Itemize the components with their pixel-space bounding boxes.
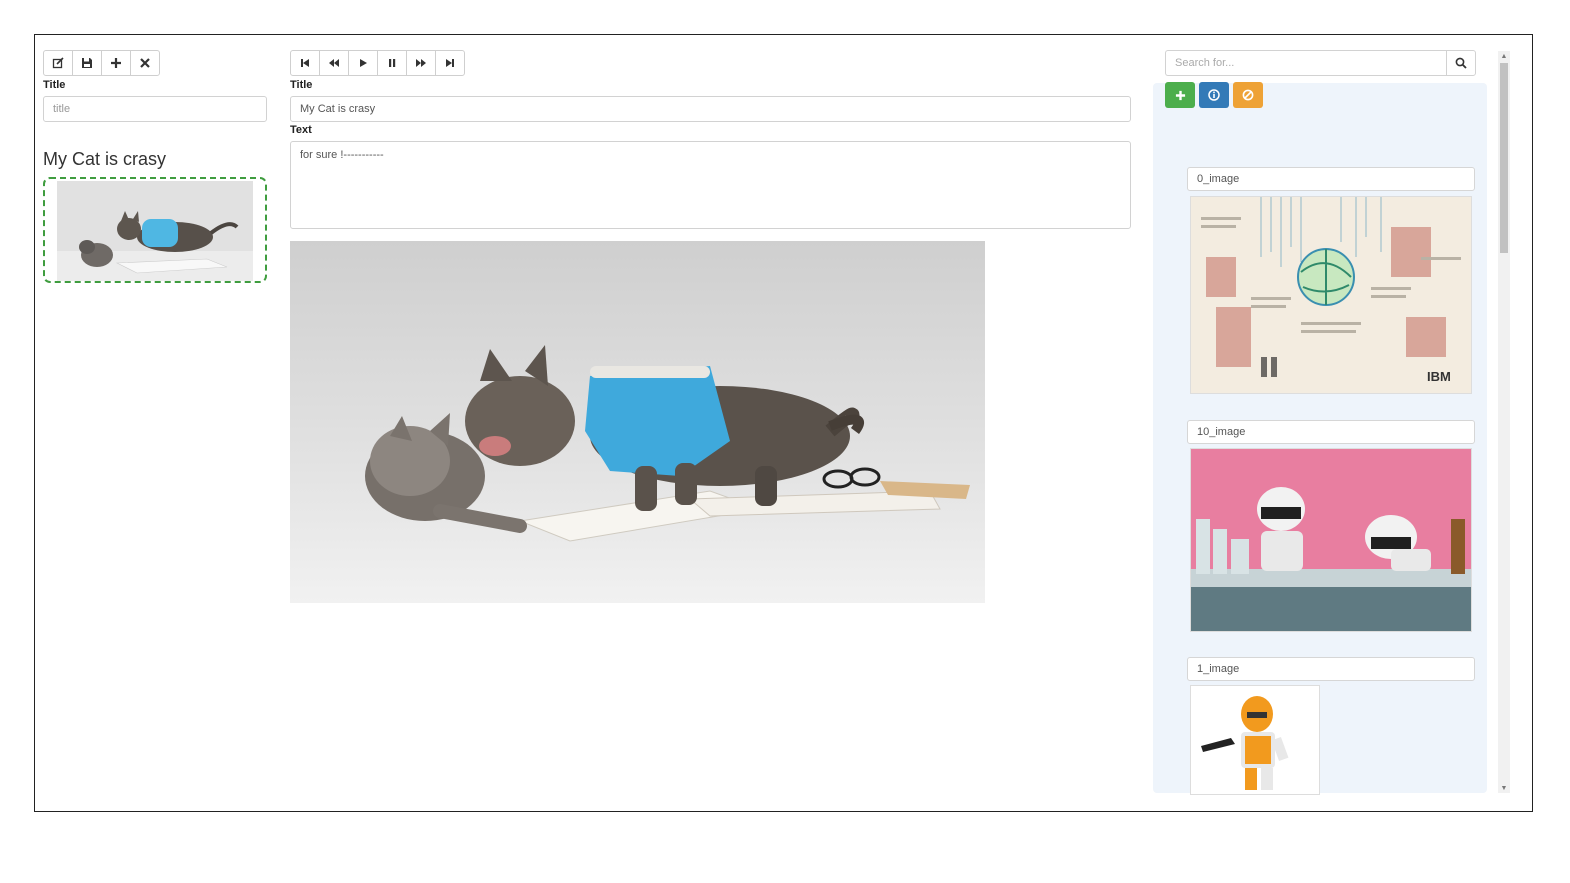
image-card-label[interactable]: 10_image: [1187, 420, 1475, 444]
info-button[interactable]: [1199, 82, 1229, 108]
close-icon: [140, 58, 150, 68]
left-toolbar: [43, 50, 160, 76]
pause-icon: [389, 59, 396, 67]
main-image: [290, 241, 985, 603]
add-button[interactable]: [101, 50, 131, 76]
save-icon: [82, 58, 92, 68]
play-button[interactable]: [348, 50, 378, 76]
info-icon: [1208, 89, 1220, 101]
scroll-up-icon[interactable]: ▲: [1498, 51, 1510, 61]
ibm-logo: IBM: [1427, 369, 1451, 384]
add-image-button[interactable]: [1165, 82, 1195, 108]
ban-icon: [1242, 89, 1254, 101]
scroll-down-icon[interactable]: ▼: [1498, 783, 1510, 793]
ban-button[interactable]: [1233, 82, 1263, 108]
delete-button[interactable]: [130, 50, 160, 76]
title-label: Title: [43, 79, 66, 91]
plus-icon: [1175, 90, 1185, 100]
step-backward-icon: [301, 59, 309, 67]
search-button[interactable]: [1446, 50, 1476, 76]
fast-forward-button[interactable]: [406, 50, 436, 76]
search-icon: [1455, 57, 1467, 69]
image-card-label[interactable]: 0_image: [1187, 167, 1475, 191]
search-input[interactable]: [1165, 50, 1446, 76]
image-card-thumbnail[interactable]: [1190, 448, 1472, 632]
plus-icon: [111, 58, 121, 68]
editor-text-label: Text: [290, 124, 312, 136]
document-list-item[interactable]: [43, 177, 267, 283]
image-card-thumbnail[interactable]: IBM: [1190, 196, 1472, 394]
image-card-thumbnail[interactable]: [1190, 685, 1320, 795]
editor-title-label: Title: [290, 79, 313, 91]
pause-button[interactable]: [377, 50, 407, 76]
editor-text-area[interactable]: for sure !-----------: [290, 141, 1131, 229]
editor-title-input[interactable]: [290, 96, 1131, 122]
edit-button[interactable]: [43, 50, 73, 76]
edit-icon: [52, 57, 64, 69]
vertical-scrollbar[interactable]: ▲ ▼: [1498, 51, 1510, 793]
forward-icon: [416, 59, 426, 67]
image-search: [1165, 50, 1476, 76]
scroll-thumb[interactable]: [1500, 63, 1508, 253]
backward-icon: [329, 59, 339, 67]
app-frame: Title My Cat is crasy: [34, 34, 1533, 812]
title-filter-input[interactable]: [43, 96, 267, 122]
play-icon: [360, 59, 367, 67]
playback-toolbar: [290, 50, 465, 76]
step-forward-icon: [446, 59, 454, 67]
first-button[interactable]: [290, 50, 320, 76]
save-button[interactable]: [72, 50, 102, 76]
image-card-label[interactable]: 1_image: [1187, 657, 1475, 681]
rewind-button[interactable]: [319, 50, 349, 76]
last-button[interactable]: [435, 50, 465, 76]
document-thumbnail: [57, 181, 253, 281]
document-title[interactable]: My Cat is crasy: [43, 149, 166, 170]
